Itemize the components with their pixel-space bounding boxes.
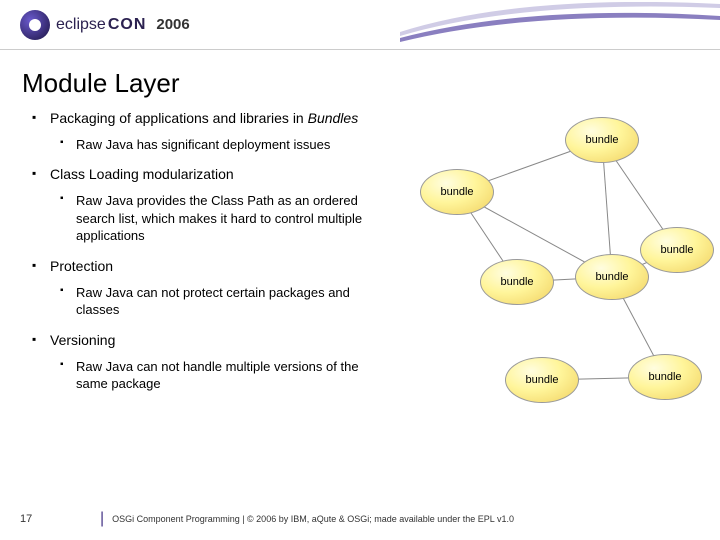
bundle-diagram: bundlebundlebundlebundlebundlebundlebund… [390,109,700,429]
bullet-classloading: Class Loading modularization Raw Java pr… [50,165,370,245]
logo-text-bold: CON [108,16,147,34]
sub-bullet-list: Raw Java provides the Class Path as an o… [50,192,370,245]
sub-bullet-list: Raw Java can not handle multiple version… [50,358,370,393]
main-bullet-list: Packaging of applications and libraries … [20,109,370,393]
eclipse-logo-icon [20,10,50,40]
bullet-text: Class Loading modularization [50,166,234,182]
swoosh-decoration [400,2,720,46]
logo: eclipse CON 2006 [20,10,190,40]
bundle-node: bundle [565,117,639,163]
footer: 17 | OSGi Component Programming | © 2006… [0,510,720,528]
bundle-node: bundle [480,259,554,305]
sub-bullet: Raw Java provides the Class Path as an o… [76,192,370,245]
sub-bullet-list: Raw Java can not protect certain package… [50,284,370,319]
slide-title: Module Layer [0,50,720,109]
sub-bullet-list: Raw Java has significant deployment issu… [50,136,370,154]
bundle-node: bundle [640,227,714,273]
page-number: 17 [20,513,100,525]
logo-text-plain: eclipse [56,16,106,34]
content-area: Packaging of applications and libraries … [0,109,720,429]
sub-bullet: Raw Java can not handle multiple version… [76,358,370,393]
bullet-text: Packaging of applications and libraries … [50,110,308,126]
bullet-text: Versioning [50,332,115,348]
bundle-node: bundle [505,357,579,403]
bundle-node: bundle [628,354,702,400]
bullet-packaging: Packaging of applications and libraries … [50,109,370,153]
bullet-text-italic: Bundles [308,110,359,126]
bullet-text: Protection [50,258,113,274]
bundle-node: bundle [420,169,494,215]
sub-bullet: Raw Java has significant deployment issu… [76,136,370,154]
text-column: Packaging of applications and libraries … [20,109,370,429]
sub-bullet: Raw Java can not protect certain package… [76,284,370,319]
footer-divider: | [100,510,104,528]
header-bar: eclipse CON 2006 [0,0,720,50]
footer-text: OSGi Component Programming | © 2006 by I… [112,514,514,524]
bundle-node: bundle [575,254,649,300]
bullet-protection: Protection Raw Java can not protect cert… [50,257,370,319]
bullet-versioning: Versioning Raw Java can not handle multi… [50,331,370,393]
logo-year: 2006 [156,16,189,33]
